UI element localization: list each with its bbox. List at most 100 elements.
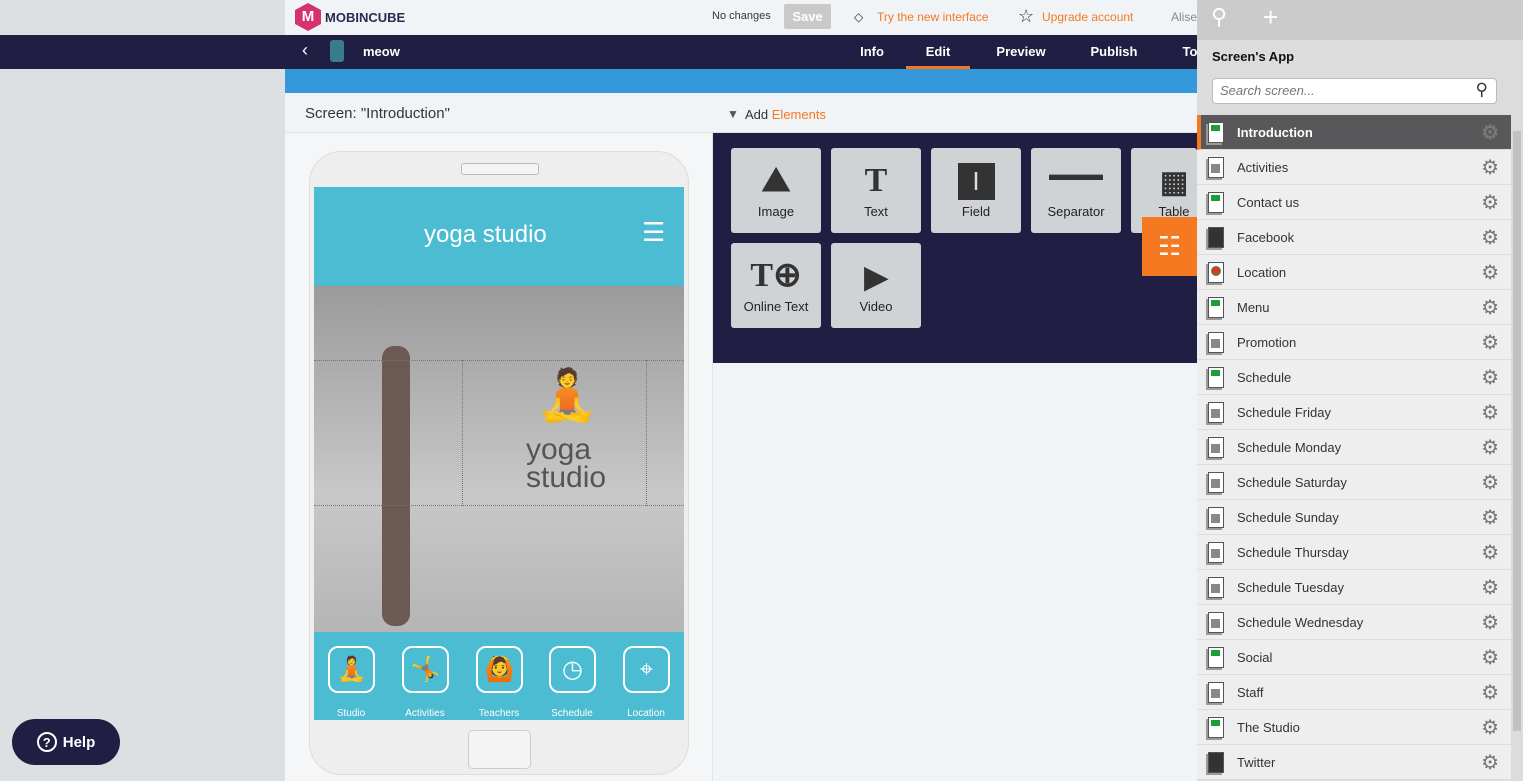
gear-icon[interactable]: ⚙	[1481, 400, 1499, 425]
screen-list-item[interactable]: Schedule Tuesday ⚙	[1197, 570, 1511, 605]
screen-list-item[interactable]: Social ⚙	[1197, 640, 1511, 675]
tab-edit[interactable]: Edit	[906, 35, 970, 69]
screen-name: Schedule Monday	[1237, 439, 1342, 455]
activities-nav-icon[interactable]: 🤸	[402, 646, 449, 693]
back-chevron-icon[interactable]: ‹	[302, 40, 308, 61]
element-label: Text	[864, 204, 888, 219]
teachers-nav-icon[interactable]: 🙆	[476, 646, 523, 693]
screen-list-item[interactable]: Location ⚙	[1197, 255, 1511, 290]
gear-icon[interactable]: ⚙	[1481, 645, 1499, 670]
separator-icon: ▬▬▬	[1049, 163, 1103, 184]
triangle-down-icon[interactable]: ▼	[727, 107, 739, 121]
gear-icon[interactable]: ⚙	[1481, 330, 1499, 355]
studio-nav-icon[interactable]: 🧘	[328, 646, 375, 693]
element-image[interactable]: ⛰ Image	[731, 148, 821, 233]
gear-icon[interactable]: ⚙	[1481, 295, 1499, 320]
scrollbar[interactable]	[1511, 115, 1523, 781]
scrollbar-thumb[interactable]	[1513, 131, 1521, 731]
screen-list-item[interactable]: Staff ⚙	[1197, 675, 1511, 710]
screen-grey-doc-icon	[1208, 611, 1224, 633]
screen-list-item[interactable]: Contact us ⚙	[1197, 185, 1511, 220]
screen-list-item[interactable]: Schedule Wednesday ⚙	[1197, 605, 1511, 640]
tab-publish[interactable]: Publish	[1084, 35, 1144, 69]
gear-icon[interactable]: ⚙	[1481, 190, 1499, 215]
save-button[interactable]: Save	[784, 4, 831, 29]
screen-grey-doc-icon	[1208, 506, 1224, 528]
logo-line-2: studio	[526, 461, 607, 494]
search-icon[interactable]: ⚲	[1476, 80, 1488, 100]
tab-info[interactable]: Info	[850, 35, 894, 69]
element-separator[interactable]: ▬▬▬ Separator	[1031, 148, 1121, 233]
schedule-nav-icon[interactable]: ◷	[549, 646, 596, 693]
gear-icon[interactable]: ⚙	[1481, 365, 1499, 390]
add-elements-toggle[interactable]: Add Elements	[745, 107, 826, 122]
screen-list-item[interactable]: Schedule Thursday ⚙	[1197, 535, 1511, 570]
screen-list-item[interactable]: Schedule Friday ⚙	[1197, 395, 1511, 430]
gear-icon[interactable]: ⚙	[1481, 680, 1499, 705]
hero-image[interactable]: 🧘 yoga studio	[314, 286, 684, 632]
gear-icon[interactable]: ⚙	[1481, 260, 1499, 285]
gear-icon[interactable]: ⚙	[1481, 575, 1499, 600]
gear-icon[interactable]: ⚙	[1481, 505, 1499, 530]
screen-name: Schedule Thursday	[1237, 544, 1349, 560]
screen-list-item[interactable]: Introduction ⚙	[1197, 115, 1511, 150]
screen-grey-doc-icon	[1208, 541, 1224, 563]
screen-tree-icon[interactable]: ⚲	[1211, 4, 1227, 30]
screen-grey-doc-icon	[1208, 576, 1224, 598]
element-field[interactable]: I Field	[931, 148, 1021, 233]
gear-icon[interactable]: ⚙	[1481, 750, 1499, 775]
screen-grey-doc-icon	[1208, 331, 1224, 353]
screen-green-doc-icon	[1208, 646, 1224, 668]
blue-banner	[285, 69, 1197, 93]
screen-list-item[interactable]: Schedule Saturday ⚙	[1197, 465, 1511, 500]
add-screen-plus-icon[interactable]: +	[1263, 2, 1278, 33]
screen-list-item[interactable]: Schedule ⚙	[1197, 360, 1511, 395]
list-toggle-icon[interactable]: ☷	[1142, 217, 1197, 276]
phone-screen[interactable]: yoga studio ☰ 🧘 yoga studio 🧘 🤸 🙆 ◷ ⌖ Stu…	[314, 187, 684, 720]
gear-icon[interactable]: ⚙	[1481, 120, 1499, 145]
gear-icon[interactable]: ⚙	[1481, 470, 1499, 495]
element-text[interactable]: T Text	[831, 148, 921, 233]
save-status: No changes	[712, 10, 771, 22]
screen-green-doc-icon	[1208, 366, 1224, 388]
gear-icon[interactable]: ⚙	[1481, 155, 1499, 180]
brand-name: MOBINCUBE	[325, 9, 406, 25]
search-input-field[interactable]	[1220, 79, 1460, 101]
element-online-text[interactable]: T⊕ Online Text	[731, 243, 821, 328]
screen-list-item[interactable]: Activities ⚙	[1197, 150, 1511, 185]
app-thumbnail	[330, 40, 344, 62]
screen-green-doc-icon	[1208, 296, 1224, 318]
screen-list-item[interactable]: Schedule Sunday ⚙	[1197, 500, 1511, 535]
screen-list-item[interactable]: Twitter ⚙	[1197, 745, 1511, 780]
hamburger-menu-icon[interactable]: ☰	[642, 217, 665, 248]
gear-icon[interactable]: ⚙	[1481, 540, 1499, 565]
phone-speaker	[461, 163, 539, 175]
screen-name: Schedule Friday	[1237, 404, 1331, 420]
try-new-interface-link[interactable]: Try the new interface	[877, 10, 989, 24]
gear-icon[interactable]: ⚙	[1481, 435, 1499, 460]
screen-list-item[interactable]: Schedule Monday ⚙	[1197, 430, 1511, 465]
screen-list-item[interactable]: Facebook ⚙	[1197, 220, 1511, 255]
upgrade-account-link[interactable]: Upgrade account	[1042, 10, 1133, 24]
gear-icon[interactable]: ⚙	[1481, 715, 1499, 740]
screen-list-item[interactable]: Menu ⚙	[1197, 290, 1511, 325]
gear-icon[interactable]: ⚙	[1481, 610, 1499, 635]
help-button[interactable]: ? Help	[12, 719, 120, 765]
tab-preview[interactable]: Preview	[990, 35, 1052, 69]
canvas-empty-area	[713, 363, 1197, 781]
brand-logo[interactable]: M MOBINCUBE	[295, 3, 405, 31]
screen-green-doc-icon	[1208, 121, 1224, 143]
gear-icon[interactable]: ⚙	[1481, 225, 1499, 250]
screen-name: Promotion	[1237, 334, 1297, 350]
elements-label: Elements	[771, 107, 826, 122]
element-video[interactable]: ▶ Video	[831, 243, 921, 328]
user-menu[interactable]: Alise	[1171, 10, 1197, 24]
screen-list-item[interactable]: The Studio ⚙	[1197, 710, 1511, 745]
nav-label: Schedule	[551, 708, 593, 719]
search-screen-input[interactable]: ⚲	[1212, 78, 1497, 104]
table-icon: ▦	[1159, 166, 1189, 199]
screen-list-item[interactable]: Promotion ⚙	[1197, 325, 1511, 360]
location-nav-icon[interactable]: ⌖	[623, 646, 670, 693]
top-bar: M MOBINCUBE No changes Save ◇ Try the new…	[285, 0, 1197, 35]
screen-grey-doc-icon	[1208, 401, 1224, 423]
